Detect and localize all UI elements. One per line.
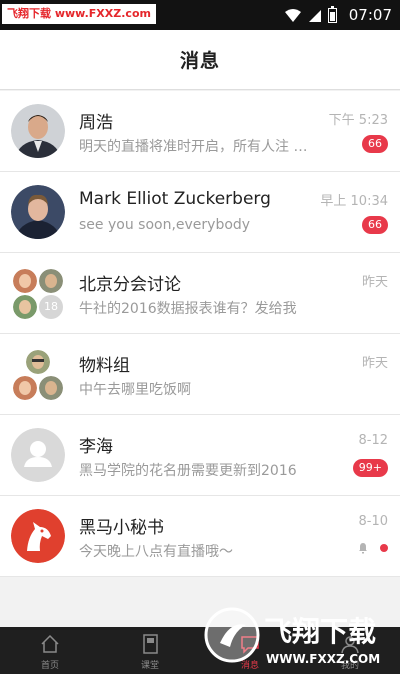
status-icons: 07:07 (284, 5, 392, 25)
bell-off-icon (359, 543, 367, 554)
message-preview: 今天晚上八点有直播哦～ (79, 544, 233, 560)
unread-dot (380, 544, 388, 552)
avatar (11, 104, 65, 158)
avatar (11, 509, 65, 563)
unread-badge: 66 (362, 216, 388, 234)
list-item[interactable]: 黑马小秘书 今天晚上八点有直播哦～ 8-10 (0, 496, 400, 577)
list-item[interactable]: 物料组 中午去哪里吃饭啊 昨天 (0, 334, 400, 415)
contact-name: 物料组 (79, 356, 130, 376)
tab-home[interactable]: 首页 (0, 627, 100, 674)
message-time: 早上 10:34 (320, 194, 388, 209)
contact-name: 周浩 (79, 113, 113, 133)
message-time: 昨天 (361, 356, 388, 371)
wifi-icon (284, 8, 301, 22)
contact-name: Mark Elliot Zuckerberg (79, 189, 271, 209)
unread-badge: 66 (362, 135, 388, 153)
contact-name: 李海 (79, 437, 113, 457)
message-time: 昨天 (361, 275, 388, 290)
horse-logo-icon (11, 509, 65, 563)
mute-indicator (358, 542, 388, 554)
member-photo-icon (13, 295, 37, 319)
message-time: 下午 5:23 (328, 113, 388, 128)
member-photo-icon (26, 350, 50, 374)
watermark-url: WWW.FXXZ.COM (266, 652, 380, 666)
contact-name: 北京分会讨论 (79, 275, 181, 295)
message-preview: 牛社的2016数据报表谁有？发给我 (79, 301, 297, 317)
member-photo-icon (13, 376, 37, 400)
person-photo-icon (11, 185, 65, 239)
message-list: 周浩 明天的直播将准时开启，所有人注 … 下午 5:23 66 Mark Ell… (0, 91, 400, 577)
watermark-logo-icon: 飞翔下载 WWW.FXXZ.COM (204, 607, 380, 666)
member-count: 18 (39, 295, 63, 319)
unread-badge: 99+ (352, 459, 388, 477)
book-icon (143, 634, 158, 654)
site-watermark: 飞翔下载 WWW.FXXZ.COM (200, 603, 398, 671)
avatar (11, 428, 65, 482)
message-preview: see you soon,everybody (79, 217, 251, 233)
default-person-icon (11, 428, 65, 482)
message-time: 8-12 (358, 433, 388, 448)
home-icon (41, 634, 59, 653)
group-avatar: 18 (11, 266, 65, 320)
site-watermark-badge: 飞翔下载 www.FXXZ.com (2, 4, 156, 24)
member-photo-icon (39, 376, 63, 400)
signal-icon (308, 9, 321, 22)
member-photo-icon (39, 269, 63, 293)
message-preview: 明天的直播将准时开启，所有人注 … (79, 139, 308, 155)
tab-classroom[interactable]: 课堂 (100, 627, 200, 674)
message-preview: 黑马学院的花名册需要更新到2016 (79, 463, 297, 479)
status-time: 07:07 (348, 6, 392, 24)
contact-name: 黑马小秘书 (79, 518, 164, 538)
group-avatar (11, 347, 65, 401)
list-item[interactable]: Mark Elliot Zuckerberg see you soon,ever… (0, 172, 400, 253)
avatar (11, 185, 65, 239)
watermark-text: 飞翔下载 (264, 615, 376, 648)
page-title: 消息 (179, 50, 220, 72)
list-item[interactable]: 18 北京分会讨论 牛社的2016数据报表谁有？发给我 昨天 (0, 253, 400, 334)
member-photo-icon (13, 269, 37, 293)
status-bar: 飞翔下载 www.FXXZ.com 07:07 (0, 0, 400, 30)
list-item[interactable]: 李海 黑马学院的花名册需要更新到2016 8-12 99+ (0, 415, 400, 496)
person-photo-icon (11, 104, 65, 158)
message-preview: 中午去哪里吃饭啊 (79, 382, 191, 398)
list-item[interactable]: 周浩 明天的直播将准时开启，所有人注 … 下午 5:23 66 (0, 91, 400, 172)
tab-label: 首页 (40, 661, 59, 671)
tab-label: 课堂 (140, 661, 159, 671)
nav-bar: 消息 (0, 30, 400, 90)
battery-icon (327, 5, 337, 23)
message-time: 8-10 (358, 514, 388, 529)
